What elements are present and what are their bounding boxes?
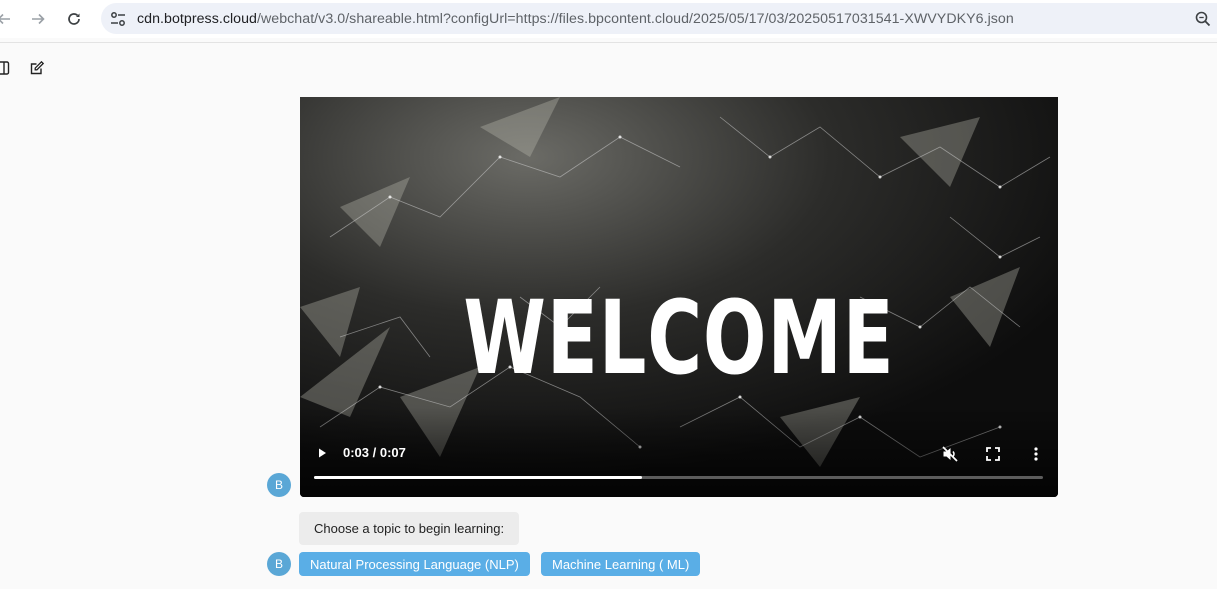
browser-toolbar: cdn.botpress.cloud/webchat/v3.0/shareabl…: [0, 0, 1217, 38]
site-settings-icon[interactable]: [109, 10, 127, 28]
progress-fill: [314, 476, 643, 479]
choice-button-ml[interactable]: Machine Learning ( ML): [541, 552, 701, 576]
forward-arrow-icon[interactable]: [26, 7, 50, 31]
reload-icon[interactable]: [62, 7, 86, 31]
zoom-icon[interactable]: [1194, 10, 1212, 28]
toolbar-divider: [0, 42, 1217, 43]
url-text: cdn.botpress.cloud/webchat/v3.0/shareabl…: [137, 11, 1014, 27]
time-display: 0:03 / 0:07: [343, 445, 406, 460]
back-arrow-icon[interactable]: [0, 7, 16, 31]
welcome-video[interactable]: WELCOME 0:03 / 0:07: [300, 97, 1058, 497]
address-bar[interactable]: cdn.botpress.cloud/webchat/v3.0/shareabl…: [101, 3, 1217, 34]
bot-avatar: B: [267, 552, 291, 576]
welcome-title: WELCOME: [463, 278, 895, 398]
sidebar-toggle-icon[interactable]: [0, 60, 10, 76]
progress-bar[interactable]: [314, 476, 1043, 479]
muted-icon[interactable]: [940, 444, 960, 464]
fullscreen-icon[interactable]: [983, 444, 1003, 464]
url-domain: cdn.botpress.cloud: [137, 11, 257, 27]
new-conversation-icon[interactable]: [29, 60, 45, 76]
bot-avatar: B: [267, 473, 291, 497]
bot-message: Choose a topic to begin learning:: [299, 512, 520, 545]
more-options-icon[interactable]: [1026, 444, 1046, 464]
choice-button-nlp[interactable]: Natural Processing Language (NLP): [299, 552, 530, 576]
url-path: /webchat/v3.0/shareable.html?configUrl=h…: [257, 11, 1014, 27]
play-icon[interactable]: [314, 445, 330, 461]
